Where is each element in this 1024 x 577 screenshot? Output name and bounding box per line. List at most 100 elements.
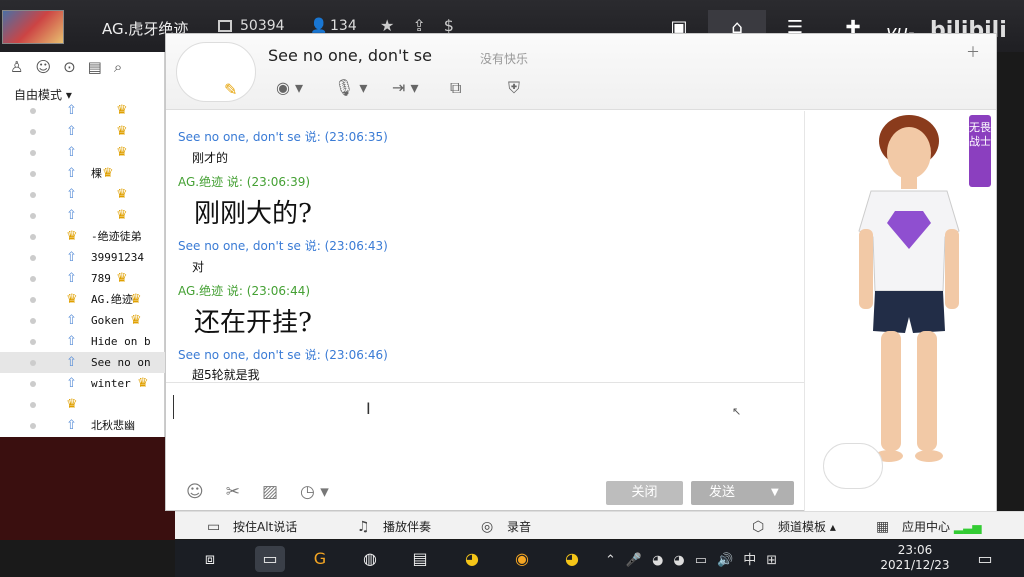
member-name: 北秋悲幽 — [91, 419, 135, 432]
member-row[interactable]: ⇧ 棵 ♛ — [0, 163, 165, 184]
crown-icon: ♛ — [66, 229, 78, 244]
app-center[interactable]: ▦ 应用中心 ▂▃▅ — [876, 518, 982, 535]
member-badge-icon: ♛ — [130, 313, 142, 328]
add-icon[interactable]: ＋ — [966, 42, 980, 62]
room-avatar[interactable] — [2, 10, 64, 44]
message-icon[interactable]: ▤ — [88, 58, 114, 76]
clock[interactable]: 23:06 2021/12/23 — [865, 543, 965, 573]
message-text: 对 — [192, 260, 205, 274]
ime-indicator[interactable]: 中 — [743, 553, 766, 568]
image-icon[interactable]: ▨ — [262, 482, 278, 502]
member-row[interactable]: ⇧ ♛ — [0, 100, 165, 121]
message-header: AG.绝迹 说: (23:06:39) — [178, 175, 311, 189]
member-row[interactable]: ♛ AG.绝迹 ♛ — [0, 289, 165, 310]
search-icon[interactable]: ⌕ — [114, 58, 134, 76]
chat-icon[interactable]: ☺ — [35, 58, 63, 76]
play-accompaniment[interactable]: ♫ 播放伴奏 — [357, 518, 431, 535]
emoji-icon[interactable]: ☺ — [186, 482, 204, 502]
send-options-icon[interactable]: ▼ — [771, 481, 779, 505]
app-icon-obs[interactable]: ◍ — [355, 546, 385, 572]
status-dot-icon — [30, 129, 36, 135]
member-row[interactable]: ⇧ Goken ♛ — [0, 310, 165, 331]
channel-template[interactable]: ⬡ 频道模板 ▴ — [752, 518, 836, 535]
crown-icon: ♛ — [66, 292, 78, 307]
app-icon-yy[interactable]: ◕ — [457, 546, 487, 572]
avatar-figure — [858, 115, 960, 462]
app-icon-1[interactable]: ▭ — [255, 546, 285, 572]
history-icon[interactable]: ◷ ▾ — [300, 482, 329, 502]
member-row[interactable]: ⇧ ♛ — [0, 121, 165, 142]
record[interactable]: ◎ 录音 — [481, 518, 531, 535]
status-dot-icon — [30, 108, 36, 114]
scissors-icon[interactable]: ✂ — [226, 482, 240, 502]
up-arrow-icon: ⇧ — [66, 145, 77, 160]
edit-icon[interactable]: ✎ — [224, 80, 237, 99]
member-row[interactable]: ⇧ ♛ — [0, 205, 165, 226]
app-icon-4[interactable]: ▤ — [405, 546, 435, 572]
member-badge-icon: ♛ — [130, 292, 142, 307]
app-icon-g[interactable]: G — [305, 546, 335, 572]
system-tray[interactable]: ⌃🎤◕◕▭🔊中⊞ — [605, 549, 787, 568]
push-to-talk[interactable]: ▭ 按住Alt说话 — [207, 518, 297, 535]
status-dot-icon — [30, 423, 36, 429]
screen-share-icon[interactable]: ⧉ — [450, 78, 494, 98]
person-icon: 👤 — [310, 18, 328, 34]
video-icon[interactable]: ◉ ▾ — [276, 78, 320, 98]
status-dot-icon — [30, 360, 36, 366]
member-row[interactable]: ⇧ See no on — [0, 352, 165, 373]
member-row[interactable]: ⇧ 789 ♛ — [0, 268, 165, 289]
member-row[interactable]: ⇧ winter ♛ — [0, 373, 165, 394]
up-arrow-icon: ⇧ — [66, 187, 77, 202]
mini-avatar[interactable] — [823, 443, 883, 489]
record-label: 录音 — [507, 520, 532, 534]
user-icon[interactable]: ♙ — [10, 58, 35, 76]
message-header: See no one, don't se 说: (23:06:35) — [178, 130, 388, 144]
shield-icon[interactable]: ⛨ — [508, 78, 552, 98]
close-button[interactable]: 关闭 — [606, 481, 683, 505]
member-name: -绝迹徒弟 — [91, 230, 142, 243]
notification-icon[interactable]: ▭ — [970, 546, 1000, 572]
member-row[interactable]: ♛ -绝迹徒弟 — [0, 226, 165, 247]
people-count: 134 — [330, 18, 357, 34]
member-panel: ♙☺⊙▤⌕ 自由模式 ▾ ⇧ ♛ ⇧ ♛ ⇧ ♛ ⇧ 棵 ♛ ⇧ ♛ ⇧ ♛ ♛ -绝迹徒弟 ⇧ 3999123… — [0, 52, 165, 437]
location-icon[interactable]: ⊙ — [63, 58, 88, 76]
member-badge-icon: ♛ — [116, 103, 128, 118]
crown-icon: ♛ — [66, 397, 78, 412]
up-arrow-icon: ⇧ — [66, 418, 77, 433]
task-view-icon[interactable]: ⧈ — [195, 546, 225, 572]
channel-bottom-bar: ▭ 按住Alt说话 ♫ 播放伴奏 ◎ 录音 ⬡ 频道模板 ▴ ▦ 应用中心 ▂▃▅ — [175, 511, 1024, 539]
status-dot-icon — [30, 339, 36, 345]
message-text: 超5轮就是我 — [192, 368, 260, 381]
member-row[interactable]: ♛ — [0, 394, 165, 415]
video-area — [0, 437, 175, 540]
status-dot-icon — [30, 381, 36, 387]
mic-icon[interactable]: 🎙 ▾ — [334, 78, 378, 98]
mouse-pointer: ↖ — [732, 405, 742, 418]
up-arrow-icon: ⇧ — [66, 355, 77, 370]
up-arrow-icon: ⇧ — [66, 376, 77, 391]
up-arrow-icon: ⇧ — [66, 250, 77, 265]
member-row[interactable]: ⇧ Hide on b — [0, 331, 165, 352]
member-row[interactable]: ⇧ 北秋悲幽 — [0, 415, 165, 436]
file-icon[interactable]: ⇥ ▾ — [392, 78, 436, 98]
member-name: winter — [91, 377, 131, 390]
app-icon-yy2[interactable]: ◕ — [557, 546, 587, 572]
member-badge-icon: ♛ — [116, 187, 128, 202]
message-text: 还在开挂? — [194, 308, 312, 338]
member-row[interactable]: ⇧ ♛ — [0, 184, 165, 205]
status-dot-icon — [30, 255, 36, 261]
member-toolbar: ♙☺⊙▤⌕ — [10, 58, 134, 76]
up-arrow-icon: ⇧ — [66, 334, 77, 349]
member-row[interactable]: ⇧ 39991234 — [0, 247, 165, 268]
send-button[interactable]: 发送 ▼ — [691, 481, 794, 505]
contact-avatar[interactable] — [176, 42, 256, 102]
member-row[interactable]: ⇧ ♛ — [0, 142, 165, 163]
status-dot-icon — [30, 213, 36, 219]
app-icon-huya[interactable]: ◉ — [507, 546, 537, 572]
clock-time: 23:06 — [897, 543, 933, 557]
contact-status: 没有快乐 — [480, 52, 529, 66]
member-badge-icon: ♛ — [116, 145, 128, 160]
ibeam-cursor: I — [366, 399, 371, 418]
status-dot-icon — [30, 276, 36, 282]
message-input[interactable]: I ↖ — [166, 382, 804, 474]
